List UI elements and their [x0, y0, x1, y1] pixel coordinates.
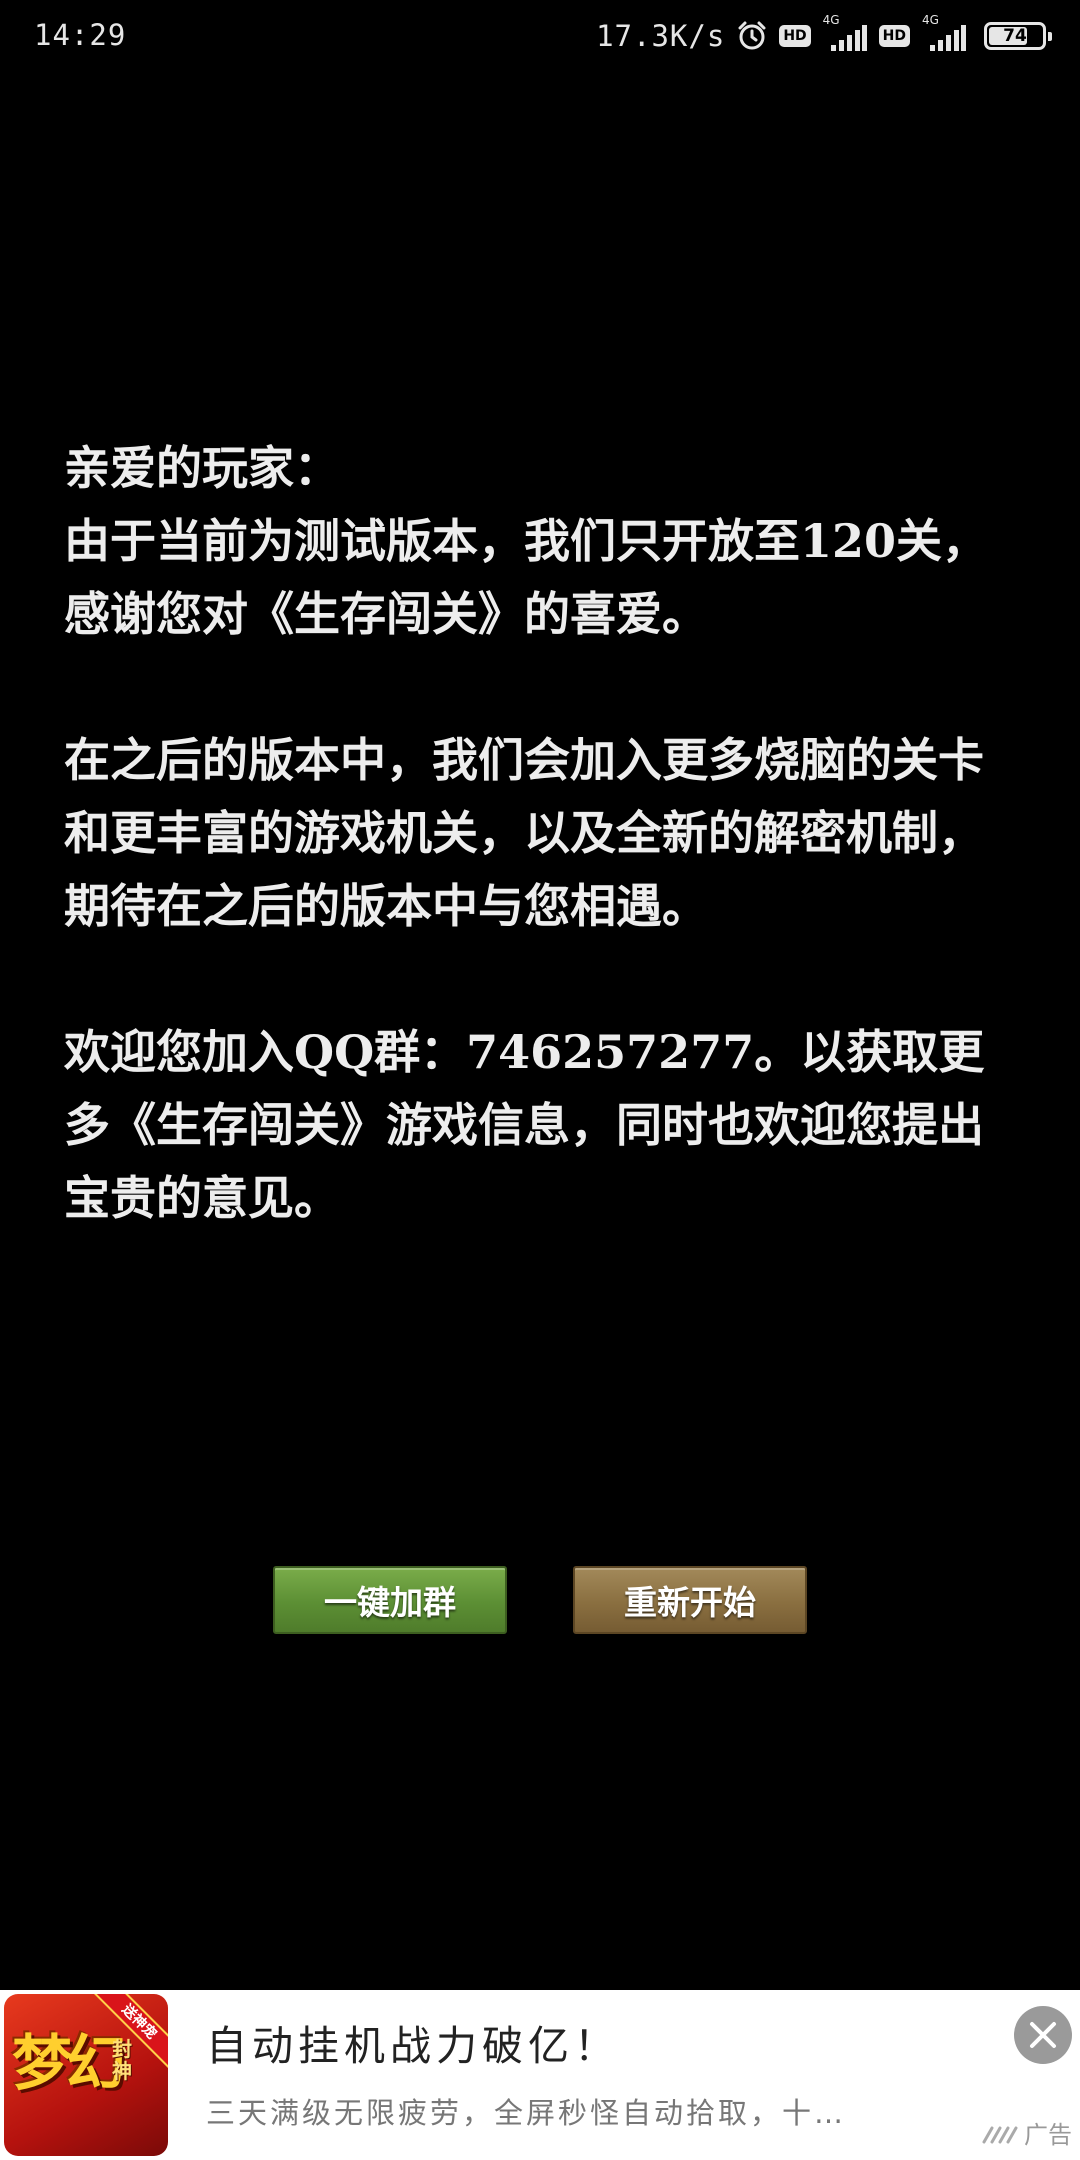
- ad-network-logo-icon: [982, 2126, 1018, 2143]
- battery-level: 74: [1003, 26, 1027, 46]
- ad-label: 广告: [982, 2115, 1072, 2150]
- cellular-signal-icon-2: 4G: [922, 13, 966, 53]
- join-group-button[interactable]: 一键加群: [273, 1566, 507, 1634]
- ad-app-logo-text: 梦幻: [12, 2029, 126, 2099]
- ad-app-logo-subtext: 封神: [112, 2037, 132, 2083]
- future-versions-paragraph: 在之后的版本中，我们会加入更多烧脑的关卡和更丰富的游戏机关，以及全新的解密机制，…: [64, 733, 984, 933]
- battery-icon: 74: [984, 22, 1052, 50]
- qq-group-paragraph: 欢迎您加入QQ群：746257277。以获取更多《生存闯关》游戏信息，同时也欢迎…: [64, 1025, 985, 1225]
- alarm-clock-icon: [737, 21, 767, 51]
- ad-banner[interactable]: 送神宠 梦幻 封神 自动挂机战力破亿！ 三天满级无限疲劳，全屏秒怪自动拾取，十……: [0, 1990, 1080, 2160]
- close-icon: [1030, 2022, 1056, 2048]
- network-speed: 17.3K/s: [596, 19, 726, 53]
- ad-app-icon[interactable]: 送神宠 梦幻 封神: [4, 1994, 168, 2156]
- hd-voice-badge: HD: [779, 25, 811, 47]
- status-icons: 17.3K/s HD 4G HD 4G 74: [596, 13, 1052, 56]
- restart-button[interactable]: 重新开始: [573, 1566, 807, 1634]
- greeting-text: 亲爱的玩家：: [64, 441, 340, 495]
- status-time: 14:29: [34, 18, 127, 52]
- test-version-paragraph: 由于当前为测试版本，我们只开放至120关，感谢您对《生存闯关》的喜爱。: [64, 514, 989, 641]
- hd-voice-badge-2: HD: [878, 25, 910, 47]
- announcement-message: 亲爱的玩家： 由于当前为测试版本，我们只开放至120关，感谢您对《生存闯关》的喜…: [64, 432, 1024, 1235]
- ad-title[interactable]: 自动挂机战力破亿！: [206, 2012, 620, 2072]
- ad-label-text: 广告: [1024, 2121, 1072, 2149]
- status-bar: 14:29 17.3K/s HD 4G HD 4G 74: [0, 0, 1080, 72]
- ad-close-button[interactable]: [1014, 2006, 1072, 2064]
- ad-description[interactable]: 三天满级无限疲劳，全屏秒怪自动拾取，十…: [206, 2090, 896, 2132]
- cellular-signal-icon: 4G: [823, 13, 867, 53]
